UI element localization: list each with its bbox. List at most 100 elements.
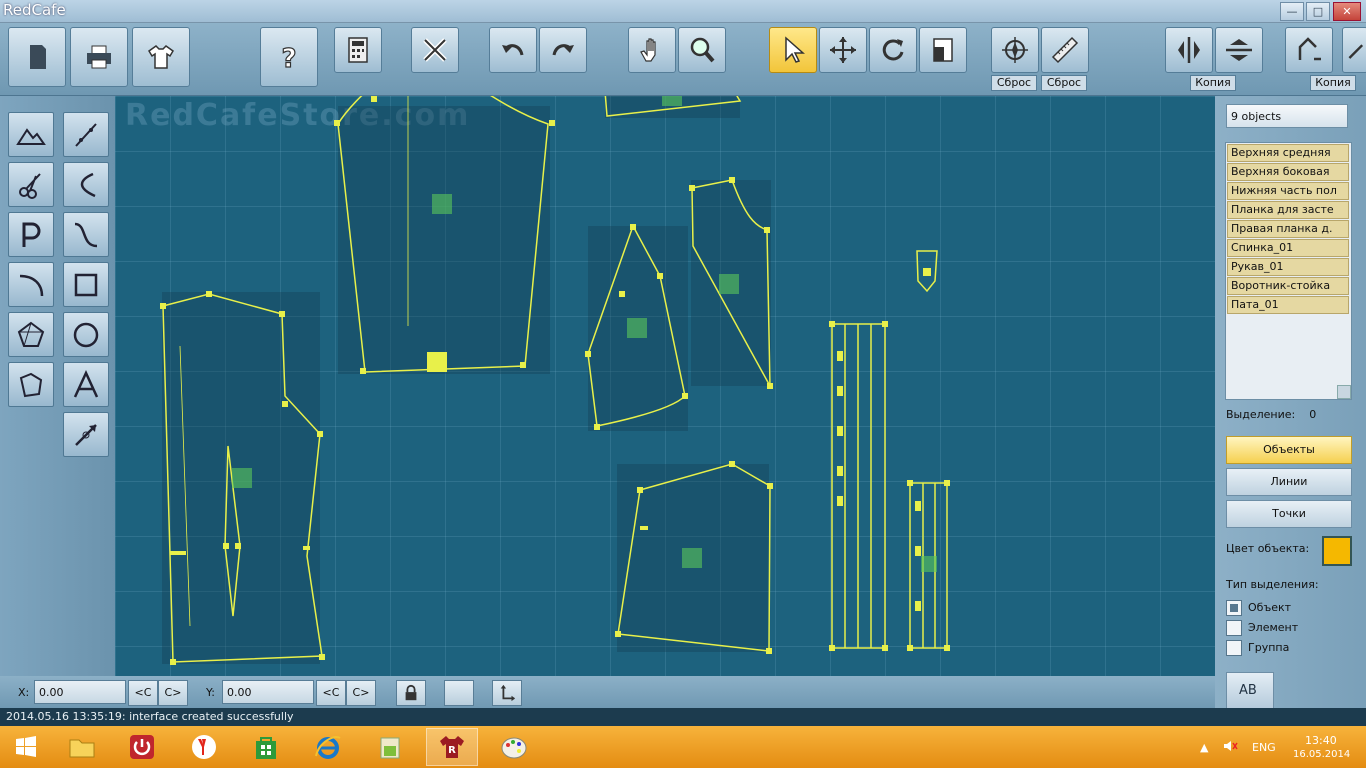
selection-type-object-label: Объект xyxy=(1248,601,1292,614)
pocket-tool[interactable] xyxy=(8,212,54,257)
letter-a-icon xyxy=(73,369,99,398)
selection-type-object-checkbox[interactable] xyxy=(1226,600,1242,616)
utility-app[interactable] xyxy=(364,728,416,766)
garment-button[interactable] xyxy=(132,27,190,87)
arc-icon xyxy=(19,274,44,296)
list-item[interactable]: Верхняя боковая xyxy=(1227,163,1349,181)
x-coordinate-field[interactable]: 0.00 xyxy=(34,680,126,704)
store-app[interactable] xyxy=(240,728,292,766)
list-item[interactable]: Нижняя часть пол xyxy=(1227,182,1349,200)
undo-button[interactable] xyxy=(489,27,537,73)
print-button[interactable] xyxy=(70,27,128,87)
move-button[interactable] xyxy=(819,27,867,73)
mode-lines-button[interactable]: Линии xyxy=(1226,468,1352,496)
list-item[interactable]: Правая планка д. xyxy=(1227,220,1349,238)
svg-text:R: R xyxy=(448,745,456,756)
list-item[interactable]: Верхняя средняя xyxy=(1227,144,1349,162)
origin-button[interactable] xyxy=(492,680,522,706)
list-item[interactable]: Планка для засте xyxy=(1227,201,1349,219)
list-item[interactable]: Пата_01 xyxy=(1227,296,1349,314)
scale-button[interactable] xyxy=(919,27,967,73)
extra-tool-button[interactable] xyxy=(1342,27,1366,73)
y-label: Y: xyxy=(206,686,215,699)
x-left-button[interactable]: <C xyxy=(128,680,158,706)
list-resize-handle[interactable] xyxy=(1337,385,1351,399)
lock-button[interactable] xyxy=(396,680,426,706)
compass-icon xyxy=(1002,37,1028,63)
circle-tool[interactable] xyxy=(63,312,109,357)
mode-objects-button[interactable]: Объекты xyxy=(1226,436,1352,464)
cut-tool[interactable] xyxy=(8,162,54,207)
ruler-button[interactable] xyxy=(1041,27,1089,73)
ab-text-button[interactable]: AB xyxy=(1226,672,1274,710)
start-button[interactable] xyxy=(0,728,52,766)
shutdown-app[interactable] xyxy=(116,728,168,766)
volume-muted-icon[interactable] xyxy=(1222,738,1238,757)
y-left-button[interactable]: <C xyxy=(316,680,346,706)
list-item[interactable]: Рукав_01 xyxy=(1227,258,1349,276)
cursor-icon xyxy=(785,36,805,63)
selection-type-element-checkbox[interactable] xyxy=(1226,620,1242,636)
question-icon: ? xyxy=(281,43,297,72)
clock-time[interactable]: 13:40 xyxy=(1305,734,1337,747)
redo-button[interactable] xyxy=(539,27,587,73)
pattern-drawing xyxy=(160,96,950,665)
y-coordinate-field[interactable]: 0.00 xyxy=(222,680,314,704)
mirror-horizontal-button[interactable] xyxy=(1215,27,1263,73)
pan-button[interactable] xyxy=(628,27,676,73)
maximize-button[interactable]: □ xyxy=(1306,2,1330,21)
measure-tool[interactable] xyxy=(63,412,109,457)
reset-label-1[interactable]: Сброс xyxy=(991,75,1037,91)
object-color-swatch[interactable] xyxy=(1322,536,1352,566)
magnifier-icon xyxy=(690,37,715,63)
resize-icon xyxy=(933,38,953,62)
object-list[interactable]: Верхняя средняя Верхняя боковая Нижняя ч… xyxy=(1225,142,1352,400)
select-tool-button[interactable] xyxy=(769,27,817,73)
list-item[interactable]: Воротник-стойка xyxy=(1227,277,1349,295)
freeform-tool[interactable] xyxy=(8,362,54,407)
copy-label-2[interactable]: Копия xyxy=(1310,75,1356,91)
delete-button[interactable] xyxy=(411,27,459,73)
selection-type-group-checkbox[interactable] xyxy=(1226,640,1242,656)
paint-app[interactable] xyxy=(488,728,540,766)
mode-points-button[interactable]: Точки xyxy=(1226,500,1352,528)
tray-up-arrow-icon[interactable]: ▲ xyxy=(1200,741,1208,754)
new-file-button[interactable] xyxy=(8,27,66,87)
rotate-copy-button[interactable] xyxy=(1285,27,1333,73)
language-indicator[interactable]: ENG xyxy=(1252,741,1276,754)
mirror-vertical-button[interactable] xyxy=(1165,27,1213,73)
mirror-vertical-icon xyxy=(1178,37,1200,63)
blank-toggle-button[interactable] xyxy=(444,680,474,706)
selection-type-label: Тип выделения: xyxy=(1226,578,1319,591)
arc-tool[interactable] xyxy=(8,262,54,307)
internet-explorer-app[interactable] xyxy=(302,728,354,766)
copy-label-1[interactable]: Копия xyxy=(1190,75,1236,91)
list-item[interactable]: Спинка_01 xyxy=(1227,239,1349,257)
explorer-app[interactable] xyxy=(56,728,108,766)
minimize-button[interactable]: — xyxy=(1280,2,1304,21)
text-tool[interactable] xyxy=(63,362,109,407)
clock-date[interactable]: 16.05.2014 xyxy=(1293,749,1350,760)
cross-icon xyxy=(423,38,447,62)
windows-logo-icon xyxy=(16,736,36,757)
pattern-canvas[interactable]: RedCafeStore.com xyxy=(115,96,1215,676)
line-point-tool[interactable] xyxy=(63,112,109,157)
x-right-button[interactable]: C> xyxy=(158,680,188,706)
mountain-tool[interactable] xyxy=(8,112,54,157)
close-button[interactable]: ✕ xyxy=(1333,2,1361,21)
reset-compass-button[interactable] xyxy=(991,27,1039,73)
y-right-button[interactable]: C> xyxy=(346,680,376,706)
polygon-tool[interactable] xyxy=(8,312,54,357)
redcafe-app[interactable]: R xyxy=(426,728,478,766)
yandex-browser-app[interactable] xyxy=(178,728,230,766)
spline-tool[interactable] xyxy=(63,212,109,257)
reset-label-2[interactable]: Сброс xyxy=(1041,75,1087,91)
rectangle-tool[interactable] xyxy=(63,262,109,307)
help-button[interactable]: ? xyxy=(260,27,318,87)
zoom-button[interactable] xyxy=(678,27,726,73)
curve-tool[interactable] xyxy=(63,162,109,207)
rotate-button[interactable] xyxy=(869,27,917,73)
calculator-button[interactable] xyxy=(334,27,382,73)
printer-icon xyxy=(87,45,111,69)
mountain-icon xyxy=(16,127,46,145)
